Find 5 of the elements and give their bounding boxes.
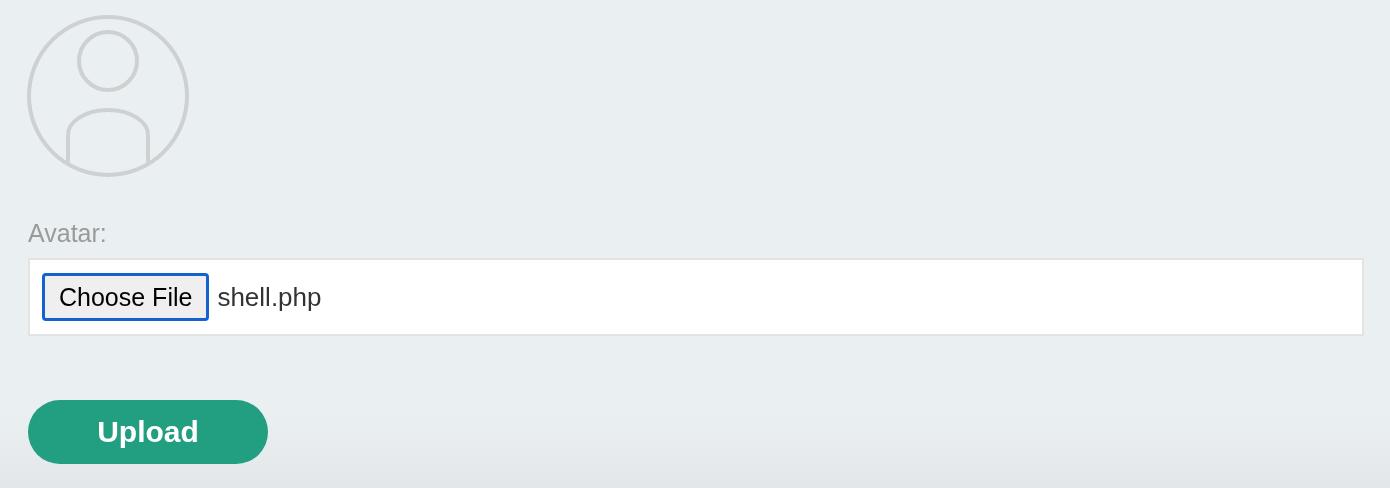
avatar-icon [26,14,190,178]
choose-file-button[interactable]: Choose File [42,273,210,321]
file-input-field[interactable]: Choose File shell.php [28,258,1364,336]
avatar-label: Avatar: [28,218,107,248]
file-name: shell.php [217,281,322,313]
